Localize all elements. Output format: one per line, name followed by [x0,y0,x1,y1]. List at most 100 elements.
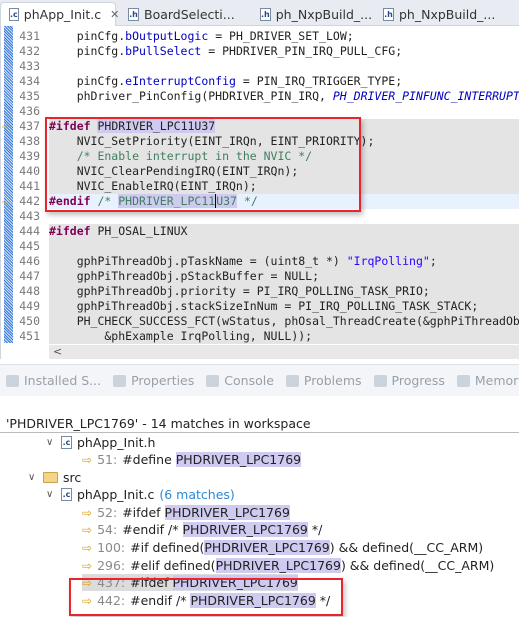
tab-2[interactable]: .h ph_NxpBuild_... [252,2,373,26]
line-number: 442 [19,194,40,208]
match-text: #define PHDRIVER_LPC1769 [122,452,302,467]
code-token: phDriver_PinConfig(PHDRIVER_PIN_IRQ, [49,89,333,103]
search-match-row[interactable]: ⇨ 51: #define PHDRIVER_LPC1769 [82,451,302,468]
code-text[interactable]: &phExample IrqPolling, NULL)); [49,329,519,344]
view-tab-label: Progress [391,373,445,388]
match-highlight: PHDRIVER_LPC1769 [182,522,308,537]
view-tab-4[interactable]: Progress [368,373,451,388]
tab-3[interactable]: .h ph_NxpBuild_... [375,2,508,26]
divider [0,432,519,433]
match-prefix: #define [122,452,176,467]
line-number: 436 [19,104,40,118]
scroll-left-icon[interactable]: < [53,345,62,358]
view-tab-2[interactable]: Console [200,373,280,388]
memory-icon [456,374,470,387]
line-number: 444 [19,224,40,238]
code-token: eInterruptConfig [125,74,236,88]
match-prefix: #ifdef [122,505,165,520]
chevron-down-icon[interactable]: ∨ [28,472,38,483]
code-token: gphPiThreadObj.pTaskName = (uint8_t *) [49,254,347,268]
problems-icon [285,374,299,387]
match-arrow-icon: ⇨ [82,540,93,555]
code-token: gphPiThreadObj.priority = PI_IRQ_POLLING… [49,284,430,298]
match-highlight: PHDRIVER_LPC1769 [204,540,330,555]
installed-software-icon [6,374,19,387]
match-text: #endif /* PHDRIVER_LPC1769 */ [122,522,322,537]
match-suffix: ) && defined(__CC_ARM) [340,558,495,573]
node-label: phApp_Init.c [77,487,155,502]
c-file-icon: .c [61,436,72,449]
code-token: PH_OSAL_LINUX [90,224,188,238]
search-match-row[interactable]: ⇨ 54: #endif /* PHDRIVER_LPC1769 */ [82,521,322,538]
view-tab-5[interactable]: Memory [451,373,519,388]
code-line: 435 phDriver_PinConfig(PHDRIVER_PIN_IRQ,… [1,89,519,104]
line-number: 432 [19,44,40,58]
view-tab-0[interactable]: Installed S... [0,373,107,388]
line-number: 441 [19,179,40,193]
line-number: 435 [19,89,40,103]
code-token: gphPiThreadObj.stackSizeInNum = PI_IRQ_P… [49,299,479,313]
tab-label: phApp_Init.c [23,7,102,22]
match-text: #ifdef PHDRIVER_LPC1769 [122,505,290,520]
tab-1[interactable]: .h BoardSelecti... [120,2,248,26]
code-line: 449 gphPiThreadObj.stackSizeInNum = PI_I… [1,299,519,314]
match-suffix: ) && defined(__CC_ARM) [329,540,484,555]
search-match-row[interactable]: ⇨ 100: #if defined(PHDRIVER_LPC1769) && de… [82,539,483,556]
code-token: = PIN_IRQ_TRIGGER_TYPE; [235,74,403,88]
node-label: phApp_Init.h [77,435,156,450]
match-text: #elif defined(PHDRIVER_LPC1769) && defin… [130,558,494,573]
code-token: PH_DRIVER_PINFUNC_INTERRUPT [332,89,519,103]
match-suffix: */ [307,522,323,537]
code-text[interactable]: #ifdef PH_OSAL_LINUX [49,224,519,239]
match-line-number: 100: [97,540,126,555]
code-text[interactable]: gphPiThreadObj.stackSizeInNum = PI_IRQ_P… [49,299,519,314]
code-token: ; [429,254,437,268]
chevron-down-icon[interactable]: ∨ [46,489,56,500]
code-line: 448 gphPiThreadObj.priority = PI_IRQ_POL… [1,284,519,299]
view-tab-label: Installed S... [24,373,102,388]
horizontal-scrollbar[interactable]: < [49,345,519,359]
code-text[interactable]: phDriver_PinConfig(PHDRIVER_PIN_IRQ, PH_… [49,89,519,104]
file-node[interactable]: ∨ .c phApp_Init.h [46,434,155,451]
match-line-number: 54: [97,522,118,537]
close-icon[interactable]: ✕ [110,8,119,21]
code-text[interactable]: PH_CHECK_SUCCESS_FCT(wStatus, phOsal_Thr… [49,314,519,329]
properties-icon [113,374,127,387]
search-match-row[interactable]: ⇨ 52: #ifdef PHDRIVER_LPC1769 [82,504,290,521]
line-number: 446 [19,254,40,268]
search-match-row[interactable]: ⇨ 296: #elif defined(PHDRIVER_LPC1769) && … [82,557,494,574]
code-text[interactable]: gphPiThreadObj.pTaskName = (uint8_t *) "… [49,254,519,269]
folder-node[interactable]: ∨ src [28,469,81,486]
code-line: 432 pinCfg.bPullSelect = PHDRIVER_PIN_IR… [1,44,519,59]
match-count: (6 matches) [159,487,235,502]
line-number: 449 [19,299,40,313]
code-text[interactable]: pinCfg.eInterruptConfig = PIN_IRQ_TRIGGE… [49,74,519,89]
tab-label: ph_NxpBuild_... [275,6,373,22]
code-text[interactable]: pinCfg.bOutputLogic = PH_DRIVER_SET_LOW; [49,29,519,44]
code-text[interactable] [49,239,519,254]
line-number: 437 [19,119,40,133]
tab-0[interactable]: .c phApp_Init.c ✕ [0,2,119,26]
code-token: pinCfg. [49,44,126,58]
line-number: 433 [19,59,40,73]
h-file-icon: .h [260,7,271,21]
line-number: 440 [19,164,40,178]
match-text: #if defined(PHDRIVER_LPC1769) && defined… [130,540,483,555]
code-text[interactable]: gphPiThreadObj.pStackBuffer = NULL; [49,269,519,284]
code-line: 434 pinCfg.eInterruptConfig = PIN_IRQ_TR… [1,74,519,89]
c-file-icon: .c [9,8,19,21]
line-number: 439 [19,149,40,163]
code-token: PH_CHECK_SUCCESS_FCT(wStatus, phOsal_Thr… [49,314,519,328]
code-text[interactable]: pinCfg.bPullSelect = PHDRIVER_PIN_IRQ_PU… [49,44,519,59]
code-text[interactable] [49,59,519,74]
console-icon [206,374,220,387]
chevron-down-icon[interactable]: ∨ [46,437,56,448]
code-text[interactable]: gphPiThreadObj.priority = PI_IRQ_POLLING… [49,284,519,299]
view-tab-1[interactable]: Properties [107,373,200,388]
match-line-number: 52: [97,505,118,520]
match-prefix: #if defined( [130,540,205,555]
tab-label: BoardSelecti... [144,6,235,22]
file-node[interactable]: ∨ .c phApp_Init.c (6 matches) [46,486,235,503]
code-token: pinCfg. [49,74,126,88]
view-tab-3[interactable]: Problems [280,373,368,388]
